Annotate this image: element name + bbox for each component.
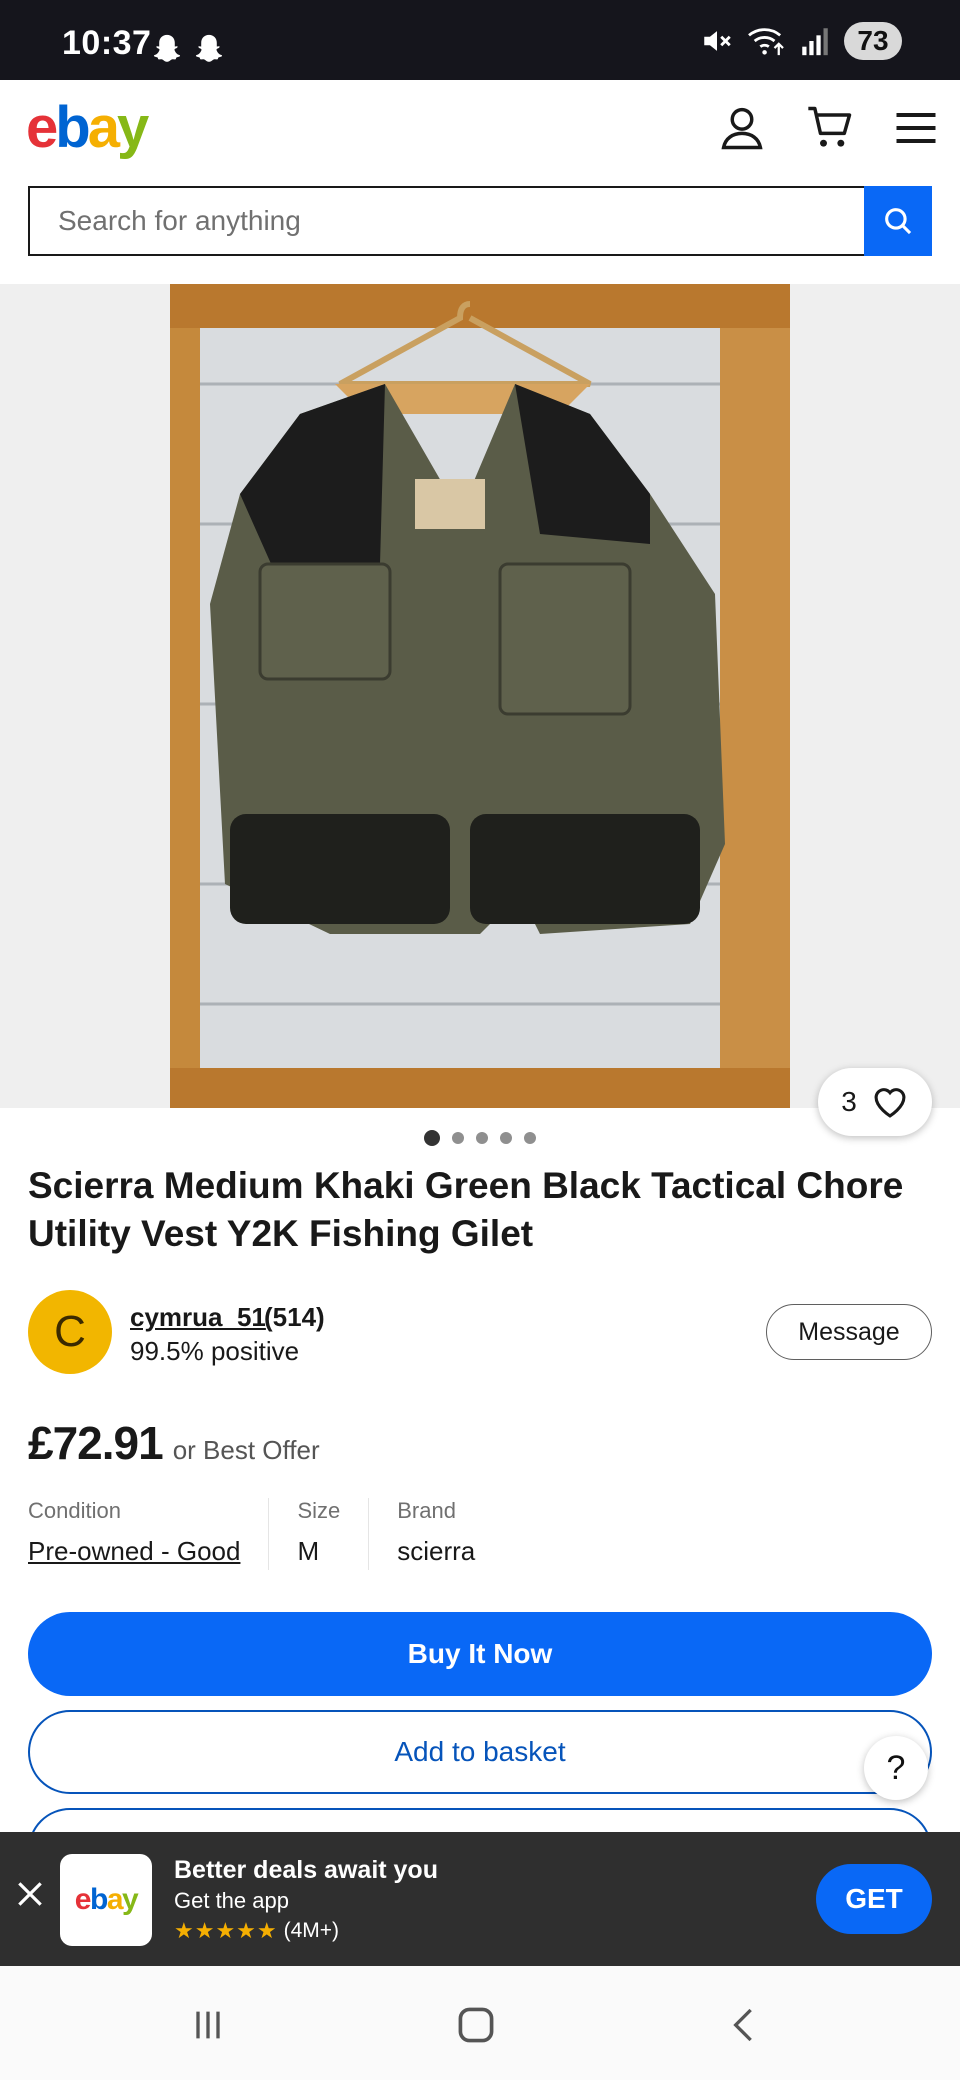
- account-icon[interactable]: [716, 102, 768, 154]
- message-button[interactable]: Message: [766, 1304, 932, 1360]
- watch-button[interactable]: 3: [818, 1068, 932, 1136]
- search-icon: [885, 208, 912, 235]
- gallery-dot-active[interactable]: [424, 1130, 440, 1146]
- banner-rating: ★★★★★ (4M+): [174, 1918, 339, 1944]
- spec-condition: Condition Pre-owned - Good: [28, 1498, 268, 1570]
- logo-letter-a: a: [87, 95, 120, 160]
- search-button[interactable]: [864, 186, 932, 256]
- app-icon-letter-a: a: [106, 1883, 124, 1916]
- image-gallery[interactable]: [0, 284, 960, 1108]
- mute-icon: [704, 31, 731, 51]
- seller-name-link[interactable]: cymrua_51: [130, 1302, 266, 1333]
- price-value: £72.91: [28, 1417, 164, 1469]
- product-photo[interactable]: [170, 284, 790, 1108]
- back-icon: [733, 2008, 752, 2042]
- snapchat-ghost-icon: [195, 34, 223, 62]
- brand-value: scierra: [397, 1536, 476, 1566]
- status-bar: 10:37 73: [0, 0, 960, 80]
- menu-icon[interactable]: [890, 102, 942, 154]
- spec-brand: Brand scierra: [368, 1498, 503, 1570]
- app-icon-letter-e: e: [74, 1883, 92, 1916]
- site-header: ebay: [0, 80, 960, 176]
- price-block: £72.91 or Best Offer: [28, 1416, 320, 1470]
- recent-apps-button[interactable]: [178, 2000, 238, 2050]
- seller-info: C cymrua_51 (514) 99.5% positive Message: [28, 1290, 932, 1376]
- brand-label: Brand: [397, 1498, 456, 1523]
- gallery-dot[interactable]: [452, 1132, 464, 1144]
- banner-title: Better deals await you: [174, 1856, 438, 1884]
- get-app-button[interactable]: GET: [816, 1864, 932, 1934]
- watchers-count: 3: [841, 1086, 857, 1117]
- banner-subtitle: Get the app: [174, 1888, 289, 1913]
- spec-size: Size M: [268, 1498, 368, 1570]
- gallery-dots: [0, 1130, 960, 1146]
- logo-letter-y: y: [116, 95, 149, 160]
- battery-level: 73: [844, 22, 902, 60]
- back-button[interactable]: [714, 2000, 774, 2050]
- search-bar: [28, 186, 932, 256]
- add-to-basket-button[interactable]: Add to basket: [28, 1710, 932, 1794]
- logo-letter-b: b: [55, 95, 90, 160]
- ebay-logo[interactable]: ebay: [26, 94, 149, 161]
- rating-count: (4M+): [283, 1919, 340, 1942]
- seller-avatar[interactable]: C: [28, 1290, 112, 1374]
- app-install-banner: ebay Better deals await you Get the app …: [0, 1832, 960, 1966]
- heart-icon: [874, 1088, 906, 1118]
- listing-title: Scierra Medium Khaki Green Black Tactica…: [28, 1165, 904, 1254]
- star-rating-icon: ★★★★★: [174, 1918, 278, 1943]
- app-icon-letter-y: y: [122, 1883, 139, 1916]
- gallery-dot[interactable]: [524, 1132, 536, 1144]
- home-button[interactable]: [446, 2000, 506, 2050]
- signal-icon: [802, 28, 828, 56]
- gallery-dot[interactable]: [500, 1132, 512, 1144]
- seller-positive-rating: 99.5% positive: [130, 1336, 300, 1366]
- search-input[interactable]: [28, 186, 864, 256]
- size-value: M: [297, 1536, 320, 1566]
- status-indicators: 73: [700, 22, 902, 60]
- condition-value-link[interactable]: Pre-owned - Good: [28, 1536, 240, 1567]
- wifi-icon: [748, 28, 784, 56]
- ebay-app-icon: ebay: [60, 1854, 152, 1946]
- home-icon: [458, 2007, 494, 2043]
- snapchat-ghost-icon: [153, 34, 181, 62]
- condition-label: Condition: [28, 1498, 121, 1523]
- help-button[interactable]: ?: [864, 1736, 928, 1800]
- recent-apps-icon: [196, 2011, 220, 2039]
- close-icon[interactable]: [14, 1878, 46, 1910]
- status-time: 10:37: [62, 24, 152, 62]
- logo-letter-e: e: [26, 95, 58, 160]
- item-specifics: Condition Pre-owned - Good Size M Brand …: [28, 1498, 503, 1570]
- best-offer-label: or Best Offer: [172, 1435, 320, 1465]
- gallery-dot[interactable]: [476, 1132, 488, 1144]
- cart-icon[interactable]: [804, 102, 856, 154]
- system-nav-bar: [0, 1966, 960, 2080]
- size-label: Size: [297, 1498, 341, 1523]
- app-icon-letter-b: b: [89, 1883, 108, 1916]
- buy-it-now-button[interactable]: Buy It Now: [28, 1612, 932, 1696]
- seller-feedback-count: (514): [264, 1302, 325, 1332]
